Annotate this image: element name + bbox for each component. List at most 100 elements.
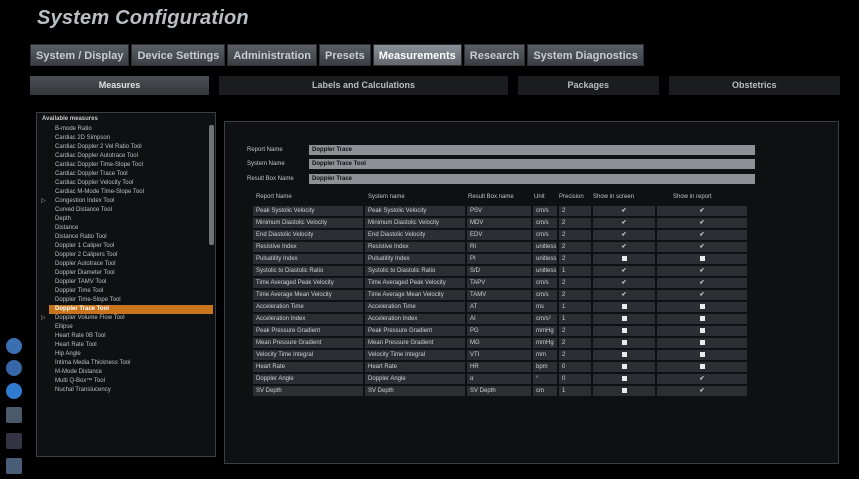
cell-show-in-report[interactable]: [657, 362, 747, 372]
table-row[interactable]: Mean Pressure Gradient Mean Pressure Grad…: [253, 338, 750, 349]
cell-show-in-screen[interactable]: [593, 338, 655, 348]
table-row[interactable]: Time Averaged Peak Velocity Time Averaged…: [253, 278, 750, 289]
unchecked-box-icon[interactable]: [621, 304, 627, 309]
unchecked-box-icon[interactable]: [699, 352, 705, 357]
measure-list-scrollbar[interactable]: [209, 125, 214, 245]
cell-show-in-screen[interactable]: [593, 362, 655, 372]
list-item[interactable]: Cardiac 2D Simpson: [49, 134, 213, 143]
unchecked-box-icon[interactable]: [621, 340, 627, 345]
cell-show-in-report-check-icon[interactable]: ✔: [657, 374, 747, 384]
table-row[interactable]: Minimum Diastolic Velocity Minimum Diasto…: [253, 218, 750, 229]
result-box-name-field[interactable]: Doppler Trace: [309, 173, 755, 184]
list-item[interactable]: Multi Q-Box™ Tool: [49, 377, 213, 386]
unchecked-box-icon[interactable]: [621, 364, 627, 369]
cell-show-in-screen[interactable]: [593, 326, 655, 336]
cell-show-in-screen[interactable]: [593, 254, 655, 264]
table-row[interactable]: Peak Systolic Velocity Peak Systolic Velo…: [253, 206, 750, 217]
close-icon[interactable]: [6, 360, 22, 376]
list-item[interactable]: ▷ Doppler Volume Flow Tool: [41, 314, 213, 323]
unchecked-box-icon[interactable]: [621, 352, 627, 357]
cell-show-in-report[interactable]: [657, 350, 747, 360]
list-item[interactable]: Curved Distance Tool: [49, 206, 213, 215]
list-item[interactable]: Hip Angle: [49, 350, 213, 359]
cell-show-in-screen-check-icon[interactable]: ✔: [593, 278, 655, 288]
list-item[interactable]: Doppler 1 Caliper Tool: [49, 242, 213, 251]
list-item[interactable]: Heart Rate 0B Tool: [49, 332, 213, 341]
system-name-field[interactable]: Doppler Trace Tool: [309, 158, 755, 169]
unchecked-box-icon[interactable]: [699, 328, 705, 333]
tab-presets[interactable]: Presets: [318, 44, 371, 66]
table-row[interactable]: Time Average Mean Velocity Time Average M…: [253, 290, 750, 301]
tab-measurements[interactable]: Measurements: [372, 44, 462, 66]
list-item[interactable]: Doppler Trace Tool: [49, 305, 213, 314]
cell-show-in-screen-check-icon[interactable]: ✔: [593, 230, 655, 240]
list-item[interactable]: B-mode Ratio: [49, 125, 213, 134]
cell-show-in-report-check-icon[interactable]: ✔: [657, 290, 747, 300]
list-item[interactable]: Heart Rate Tool: [49, 341, 213, 350]
table-row[interactable]: Velocity Time Integral Velocity Time Inte…: [253, 350, 750, 361]
list-item[interactable]: Cardiac Doppler Time-Slope Tool: [49, 161, 213, 170]
list-item[interactable]: Distance: [49, 224, 213, 233]
cell-show-in-screen-check-icon[interactable]: ✔: [593, 206, 655, 216]
tab-research[interactable]: Research: [463, 44, 526, 66]
cell-show-in-report-check-icon[interactable]: ✔: [657, 206, 747, 216]
list-item[interactable]: ▷ Congestion Index Tool: [41, 197, 213, 206]
table-row[interactable]: Systolic to Diastolic Ratio Systolic to D…: [253, 266, 750, 277]
tab-administration[interactable]: Administration: [227, 44, 317, 66]
list-item[interactable]: Nuchal Translucency: [49, 386, 213, 395]
expand-arrow-icon[interactable]: ▷: [41, 314, 46, 323]
list-item[interactable]: Doppler Time-Slope Tool: [49, 296, 213, 305]
list-item[interactable]: Cardiac Doppler Trace Tool: [49, 170, 213, 179]
cell-show-in-screen[interactable]: [593, 386, 655, 396]
subtab-obstetrics[interactable]: Obstetrics: [668, 76, 840, 95]
list-item[interactable]: Cardiac Doppler Velocity Tool: [49, 179, 213, 188]
cell-show-in-report[interactable]: [657, 302, 747, 312]
cell-show-in-screen[interactable]: [593, 314, 655, 324]
list-item[interactable]: Cardiac M-Mode Time-Slope Tool: [49, 188, 213, 197]
list-item[interactable]: Depth: [49, 215, 213, 224]
subtab-measures[interactable]: Measures: [30, 76, 210, 95]
tab-system-diagnostics[interactable]: System Diagnostics: [527, 44, 644, 66]
cell-show-in-report-check-icon[interactable]: ✔: [657, 278, 747, 288]
subtab-labels-and-calculations[interactable]: Labels and Calculations: [219, 76, 508, 95]
cell-show-in-screen-check-icon[interactable]: ✔: [593, 266, 655, 276]
unchecked-box-icon[interactable]: [699, 340, 705, 345]
table-row[interactable]: Acceleration Index Acceleration Index AI cm…: [253, 314, 750, 325]
list-item[interactable]: Doppler TAMV Tool: [49, 278, 213, 287]
unchecked-box-icon[interactable]: [621, 388, 627, 393]
cell-show-in-report-check-icon[interactable]: ✔: [657, 386, 747, 396]
volume-icon[interactable]: [6, 433, 22, 449]
cell-show-in-report-check-icon[interactable]: ✔: [657, 242, 747, 252]
table-row[interactable]: Pulsatility Index Pulsatility Index PI unit…: [253, 254, 750, 265]
table-row[interactable]: Heart Rate Heart Rate HR bpm 0: [253, 362, 750, 373]
unchecked-box-icon[interactable]: [699, 256, 705, 261]
cell-show-in-report[interactable]: [657, 254, 747, 264]
cell-show-in-report[interactable]: [657, 326, 747, 336]
list-item[interactable]: Cardiac Doppler Autotrace Tool: [49, 152, 213, 161]
unchecked-box-icon[interactable]: [699, 304, 705, 309]
cell-show-in-screen[interactable]: [593, 350, 655, 360]
unchecked-box-icon[interactable]: [699, 316, 705, 321]
table-row[interactable]: End Diastolic Velocity End Diastolic Velo…: [253, 230, 750, 241]
list-item[interactable]: Doppler 2 Calipers Tool: [49, 251, 213, 260]
tab-device-settings[interactable]: Device Settings: [131, 44, 226, 66]
list-item[interactable]: Cardiac Doppler 2 Vel Ratio Tool: [49, 143, 213, 152]
network-icon[interactable]: [6, 338, 22, 354]
tab-system-display[interactable]: System / Display: [30, 44, 130, 66]
subtab-packages[interactable]: Packages: [518, 76, 659, 95]
cell-show-in-screen[interactable]: [593, 302, 655, 312]
cell-show-in-screen-check-icon[interactable]: ✔: [593, 290, 655, 300]
unchecked-box-icon[interactable]: [621, 316, 627, 321]
list-item[interactable]: Doppler Diameter Tool: [49, 269, 213, 278]
cell-show-in-report[interactable]: [657, 338, 747, 348]
unchecked-box-icon[interactable]: [621, 376, 627, 381]
table-row[interactable]: Peak Pressure Gradient Peak Pressure Grad…: [253, 326, 750, 337]
list-item[interactable]: Doppler Autotrace Tool: [49, 260, 213, 269]
list-item[interactable]: M-Mode Distance: [49, 368, 213, 377]
report-name-field[interactable]: Doppler Trace: [309, 144, 755, 155]
printer-icon[interactable]: [6, 407, 22, 423]
cell-show-in-report[interactable]: [657, 314, 747, 324]
cell-show-in-report-check-icon[interactable]: ✔: [657, 218, 747, 228]
list-item[interactable]: Doppler Time Tool: [49, 287, 213, 296]
usb-icon[interactable]: [6, 383, 22, 399]
